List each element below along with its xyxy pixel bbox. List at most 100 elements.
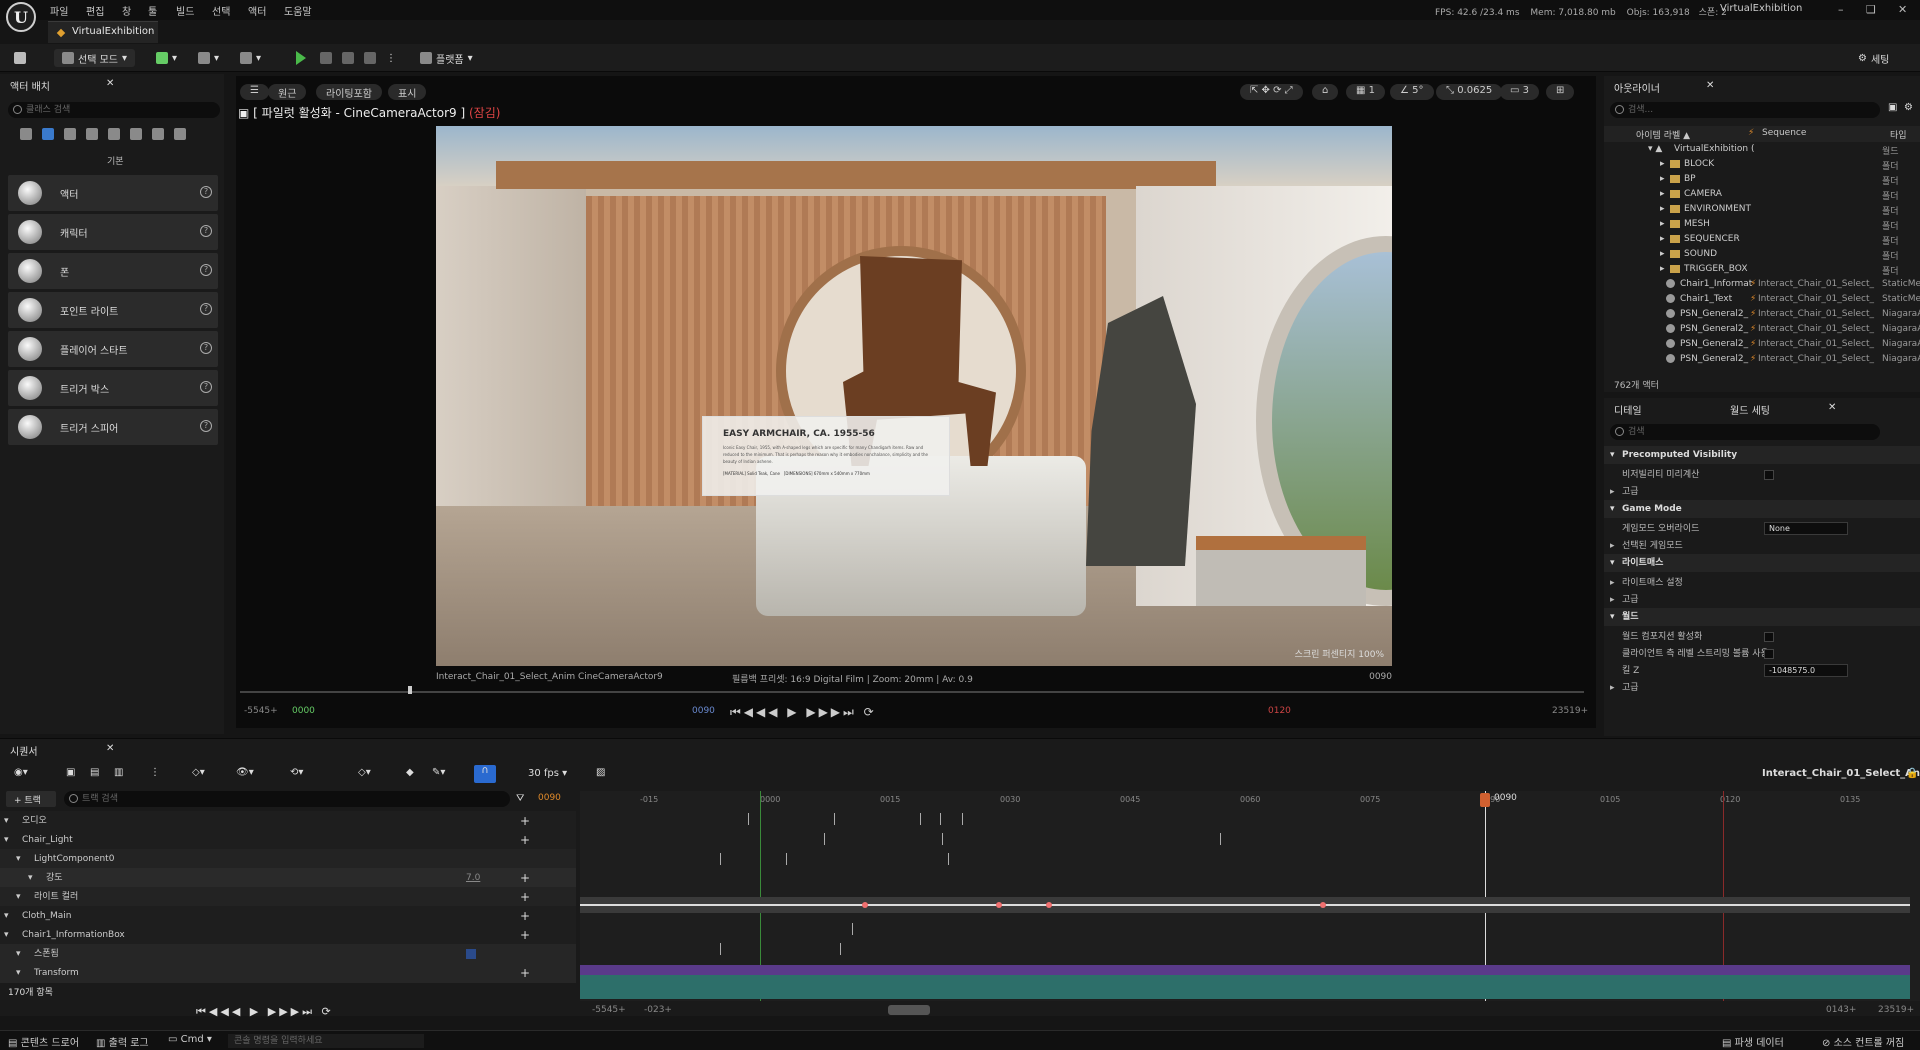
track-row[interactable]: ▾ Cloth_Main + [0,906,576,926]
show-button[interactable]: 표시 [388,84,427,100]
camera-speed-button[interactable]: ▭ 3 [1500,84,1540,100]
track-row[interactable]: ▾ 스폰됨 [0,944,576,964]
lock-icon[interactable]: 🔒 [1906,768,1918,779]
close-tab-icon[interactable]: ✕ [106,78,114,89]
track-row[interactable]: ▾ Chair_Light + [0,830,576,850]
help-icon[interactable]: ? [200,420,212,432]
view-mode-button[interactable]: 라이팅포함 [316,84,382,100]
fps-dropdown[interactable]: 30 fps ▾ [528,768,567,779]
curve-editor-icon[interactable]: ◆ [406,767,414,778]
actor-item-point-light[interactable]: 포인트 라이트? [8,292,218,328]
playback-options-icon[interactable]: ⟲▾ [290,767,303,778]
intensity-key[interactable] [1046,902,1052,908]
save-icon[interactable] [14,49,26,67]
audio-key[interactable] [940,813,941,825]
surface-snap-icon[interactable]: ⌂ [1312,84,1339,100]
track-row[interactable]: ▾ 오디오 + [0,811,576,831]
play-options-icon[interactable]: ⋮ [386,49,396,67]
add-key-icon[interactable]: + [520,906,530,926]
light-key[interactable] [824,833,825,845]
track-row[interactable]: ▾ Transform + [0,963,576,983]
locked-label[interactable]: (잠김) [469,106,500,120]
filter-icon[interactable]: ⛛ [516,793,524,804]
details-section[interactable]: ▾ Precomputed Visibility [1604,446,1920,464]
intensity-key[interactable] [996,902,1002,908]
details-section[interactable]: ▾ Game Mode [1604,500,1920,518]
intensity-key[interactable] [1320,902,1326,908]
outliner-folder[interactable]: ▸ BLOCK 폴더 [1604,159,1920,174]
find-in-browser-icon[interactable]: ▤ [90,767,99,778]
content-drawer-button[interactable]: ▤ 콘텐츠 드로어 [8,1034,79,1049]
outliner-actor[interactable]: PSN_General2_ ⚡ Interact_Chair_01_Select_ N… [1604,354,1920,369]
timeline-scrollbar[interactable] [888,1005,930,1015]
outliner-settings-icon[interactable]: ⚙ [1904,102,1913,113]
settings-button[interactable]: ⚙ 세팅 [1858,49,1889,67]
col-type[interactable]: 타입 [1890,128,1907,141]
outliner-tab[interactable]: 아웃라이너 [1614,80,1660,95]
close-tab-icon[interactable]: ✕ [1828,402,1836,413]
transport-controls[interactable]: ⏮◀◀◀ ▶ ▶▶▶⏭ ⟳ [730,705,877,720]
menu-window[interactable]: 창 [122,3,131,18]
outliner-actor[interactable]: Chair1_Informat ⚡ Interact_Chair_01_Select… [1604,279,1920,294]
details-search-input[interactable]: 검색 [1610,424,1880,440]
actor-item-trigger-sphere[interactable]: 트리거 스피어? [8,409,218,445]
actor-item-pawn[interactable]: 폰? [8,253,218,289]
help-icon[interactable]: ? [200,342,212,354]
scene-render[interactable]: EASY ARMCHAIR, CA. 1955-56 Iconic Easy C… [436,126,1392,666]
output-log-button[interactable]: ▥ 출력 로그 [96,1034,149,1049]
outliner-root[interactable]: ▾ ▲ VirtualExhibition (월드 [1604,144,1920,159]
select-mode-dropdown[interactable]: 선택 모드 ▾ [54,49,136,67]
expand-arrow-icon[interactable]: ▸ [1660,234,1665,244]
track-search-input[interactable]: 트랙 검색 [64,791,510,807]
expand-arrow-icon[interactable]: ▸ [1660,174,1665,184]
viewport-scrub-bar[interactable] [240,691,1584,693]
render-movie-icon[interactable]: ▥ [114,767,123,778]
perspective-button[interactable]: 원근 [268,84,307,100]
component-key[interactable] [948,853,949,865]
outliner-actor[interactable]: Chair1_Text ⚡ Interact_Chair_01_Select_ Sta… [1604,294,1920,309]
chevron-down-icon[interactable]: ▾ [4,811,9,831]
component-key[interactable] [720,853,721,865]
component-key[interactable] [786,853,787,865]
track-row[interactable]: ▾ LightComponent0 [0,849,576,869]
expand-arrow-icon[interactable]: ▸ [1660,249,1665,259]
details-section[interactable]: ▾ 월드 [1604,608,1920,626]
chevron-down-icon[interactable]: ▾ [16,849,21,869]
add-key-icon[interactable]: + [520,887,530,907]
expand-arrow-icon[interactable]: ▸ [1610,483,1615,501]
close-tab-icon[interactable]: ✕ [106,743,114,754]
outliner-actor[interactable]: PSN_General2_ ⚡ Interact_Chair_01_Select_ N… [1604,339,1920,354]
property-checkbox[interactable] [1764,470,1774,480]
add-key-icon[interactable]: + [520,811,530,831]
property-checkbox[interactable] [1764,632,1774,642]
sequencer-timeline[interactable]: -015 0000 0015 0030 0045 0060 0075 0090 0105 0120… [580,791,1920,1001]
sequencer-tab[interactable]: 시퀀서 [10,743,38,758]
source-control-button[interactable]: ⊘ 소스 컨트롤 꺼짐 [1822,1034,1904,1049]
expand-arrow-icon[interactable]: ▸ [1610,591,1615,609]
key-options-icon[interactable]: ◇▾ [192,767,205,778]
recent-icon[interactable] [20,128,32,140]
curve-view-icon[interactable]: ▨ [596,767,605,778]
gamemode-dropdown[interactable]: None [1764,522,1848,535]
all-classes-icon[interactable] [152,128,164,140]
track-row[interactable]: ▾ 라이트 컬러 + [0,887,576,907]
cloth-key[interactable] [852,923,853,935]
cinematics-icon[interactable]: ▾ [240,49,261,67]
lights-icon[interactable] [64,128,76,140]
help-icon[interactable]: ? [200,303,212,315]
transform-tools[interactable]: ⇱ ✥ ⟳ ⤢ [1240,84,1303,100]
sequencer-transport-controls[interactable]: ⏮◀◀◀ ▶ ▶▶▶⏭ ⟳ [196,1005,334,1019]
transform-track-bar[interactable] [580,975,1910,999]
outliner-actor[interactable]: PSN_General2_ ⚡ Interact_Chair_01_Select_ N… [1604,309,1920,324]
expand-arrow-icon[interactable]: ▸ [1610,537,1615,555]
kill-z-input[interactable]: -1048575.0 [1764,664,1848,677]
chevron-down-icon[interactable]: ▾ [16,944,21,964]
audio-key[interactable] [962,813,963,825]
audio-key[interactable] [834,813,835,825]
add-key-icon[interactable]: + [520,868,530,888]
expand-arrow-icon[interactable]: ▸ [1660,219,1665,229]
place-actors-tab[interactable]: 액터 배치 [10,78,50,93]
add-folder-icon[interactable]: ▣ [1888,102,1897,113]
more-icon[interactable] [174,128,186,140]
menu-file[interactable]: 파일 [50,3,68,18]
